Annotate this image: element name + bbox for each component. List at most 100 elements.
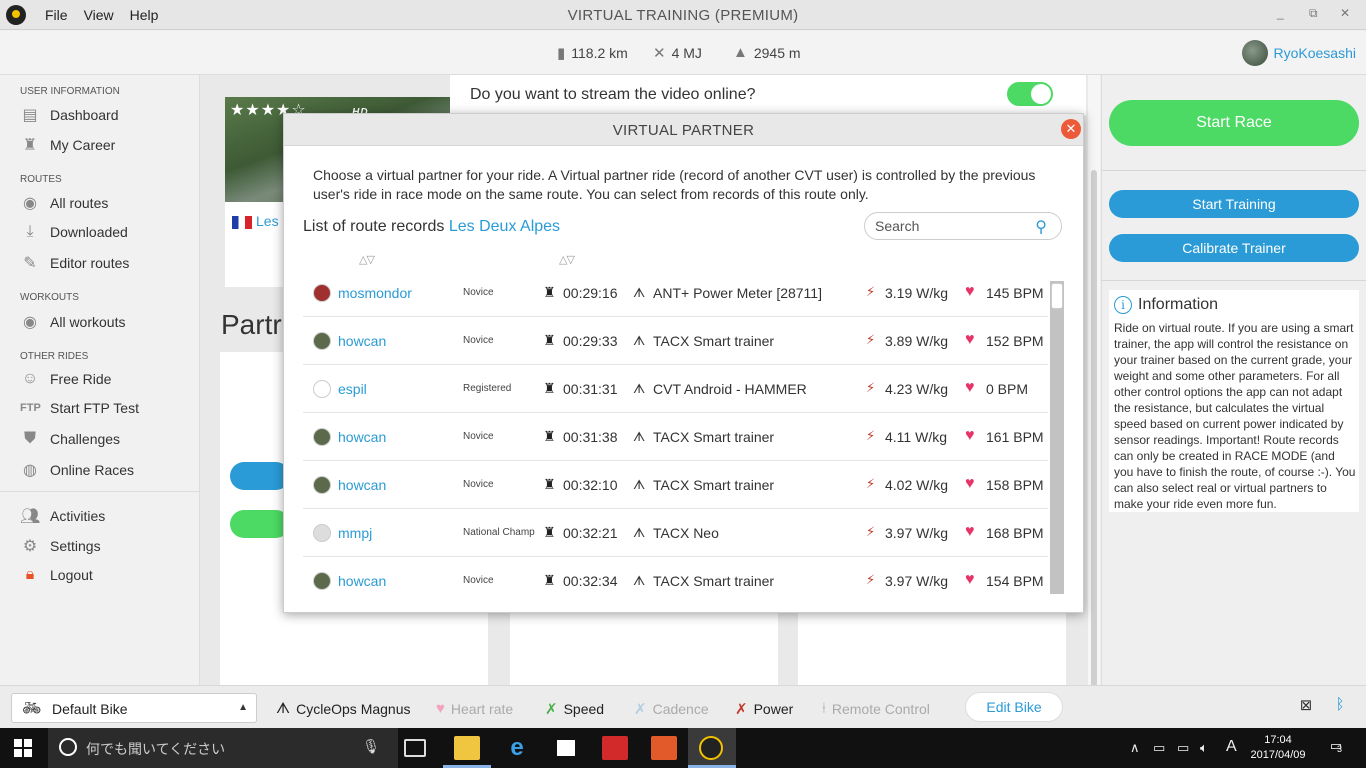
- sort-time-toggle[interactable]: △▽: [559, 253, 575, 266]
- record-row[interactable]: howcan Novice ♜ 00:31:38 ᗑ TACX Smart trainer…: [303, 413, 1048, 461]
- record-username[interactable]: mosmondor: [338, 285, 412, 301]
- record-username[interactable]: espil: [338, 381, 367, 397]
- records-scrollbar[interactable]: [1050, 281, 1064, 594]
- user-avatar: [313, 428, 331, 446]
- record-row[interactable]: mosmondor Novice ♜ 00:29:16 ᗑ ANT+ Power Mete…: [303, 269, 1048, 317]
- sort-name-toggle[interactable]: △▽: [359, 253, 375, 266]
- office-icon[interactable]: [651, 736, 677, 760]
- restore-button[interactable]: ⧉: [1309, 6, 1318, 21]
- start-training-button[interactable]: Start Training: [1109, 190, 1359, 218]
- bluetooth-icon[interactable]: ᛒ: [1330, 696, 1350, 716]
- microphone-icon[interactable]: 🎙︎: [362, 738, 380, 755]
- record-row[interactable]: mmpj National Champ ♜ 00:32:21 ᗑ TACX Neo ⚡︎ 3.…: [303, 509, 1048, 557]
- scrollbar-track[interactable]: [1050, 281, 1064, 594]
- volume-icon[interactable]: 🔈︎: [1200, 740, 1208, 756]
- bike-select[interactable]: 🚲︎ Default Bike ▲: [11, 693, 257, 723]
- record-username[interactable]: mmpj: [338, 525, 372, 541]
- trainer-device[interactable]: ᗑ CycleOps Magnus: [276, 700, 411, 717]
- sidebar-item-label: Settings: [50, 538, 101, 554]
- sidebar-item-label: Editor routes: [50, 255, 130, 271]
- username[interactable]: RyoKoesashi: [1274, 45, 1357, 61]
- close-window-button[interactable]: ✕: [1340, 6, 1350, 20]
- record-power: 4.23 W/kg: [885, 381, 949, 397]
- start-race-button[interactable]: Start Race: [1109, 100, 1359, 146]
- minimize-button[interactable]: _: [1277, 6, 1284, 20]
- sidebar-item-online-races[interactable]: ◍ Online Races: [20, 460, 134, 480]
- heart-icon: ♥: [965, 475, 975, 492]
- trophy-icon: ♜: [543, 476, 556, 492]
- sidebar-item-all-routes[interactable]: ◉ All routes: [20, 193, 108, 213]
- record-username[interactable]: howcan: [338, 333, 386, 349]
- sidebar-item-ftp-test[interactable]: FTP Start FTP Test: [20, 400, 139, 416]
- green-pill-button[interactable]: [230, 510, 290, 538]
- close-icon[interactable]: ✕: [1061, 119, 1081, 139]
- power-device[interactable]: ✗ Power: [735, 700, 793, 718]
- sidebar-item-all-workouts[interactable]: ◉ All workouts: [20, 312, 125, 332]
- heart-rate-device[interactable]: ♥ Heart rate: [436, 700, 513, 717]
- clock-time: 17:04: [1264, 734, 1292, 746]
- scrollbar-thumb[interactable]: [1051, 283, 1063, 309]
- record-heart-rate: 154 BPM: [986, 573, 1044, 589]
- windows-start-icon[interactable]: [14, 739, 32, 757]
- user-avatar: [313, 476, 331, 494]
- sidebar-item-dashboard[interactable]: ▤ Dashboard: [20, 105, 118, 125]
- edge-browser-icon[interactable]: e: [504, 736, 530, 760]
- search-input[interactable]: [875, 218, 1025, 234]
- system-clock[interactable]: 17:04 2017/04/09: [1248, 733, 1308, 763]
- file-explorer-icon[interactable]: [454, 736, 480, 760]
- sidebar-item-my-career[interactable]: ♜ My Career: [20, 135, 116, 155]
- record-heart-rate: 145 BPM: [986, 285, 1044, 301]
- record-row[interactable]: espil Registered ♜ 00:31:31 ᗑ CVT Android - H…: [303, 365, 1048, 413]
- record-level: National Champ: [463, 527, 535, 538]
- stream-toggle[interactable]: [1007, 82, 1053, 106]
- sidebar-item-downloaded[interactable]: ⤓ Downloaded: [20, 223, 127, 241]
- virtual-training-app-icon[interactable]: [699, 736, 723, 760]
- store-icon[interactable]: [553, 736, 579, 760]
- trophy-icon: ♜: [543, 332, 556, 348]
- search-icon[interactable]: ⚲: [1035, 217, 1047, 237]
- remote-control-device[interactable]: ⍿ Remote Control: [822, 700, 930, 717]
- record-row[interactable]: howcan Novice ♜ 00:32:34 ᗑ TACX Smart trainer…: [303, 557, 1048, 594]
- calibrate-trainer-button[interactable]: Calibrate Trainer: [1109, 234, 1359, 262]
- blue-pill-button[interactable]: [230, 462, 290, 490]
- heart-icon: ♥: [965, 283, 975, 300]
- task-view-icon[interactable]: [404, 739, 426, 757]
- edit-bike-button[interactable]: Edit Bike: [965, 692, 1063, 722]
- remote-icon: ⍿: [822, 700, 826, 717]
- record-username[interactable]: howcan: [338, 573, 386, 589]
- sidebar-item-activities[interactable]: 👥︎ Activities: [20, 506, 105, 526]
- battery-icon[interactable]: ▭: [1177, 740, 1189, 756]
- reader-icon[interactable]: [602, 736, 628, 760]
- power-icon: ⚡︎: [866, 572, 876, 587]
- notification-center-icon[interactable]: ▭ 3: [1325, 738, 1347, 758]
- lock-icon: 🔒︎: [25, 566, 35, 583]
- cortana-search[interactable]: 何でも聞いてください 🎙︎: [48, 728, 398, 768]
- sidebar-item-settings[interactable]: ⚙ Settings: [20, 536, 101, 556]
- record-username[interactable]: howcan: [338, 429, 386, 445]
- chevron-up-icon[interactable]: ∧: [1130, 740, 1140, 756]
- route-name[interactable]: Les: [232, 213, 279, 229]
- record-row[interactable]: howcan Novice ♜ 00:29:33 ᗑ TACX Smart trainer…: [303, 317, 1048, 365]
- search-box[interactable]: ⚲: [864, 212, 1062, 240]
- record-row[interactable]: howcan Novice ♜ 00:32:10 ᗑ TACX Smart trainer…: [303, 461, 1048, 509]
- remote-control-label: Remote Control: [831, 700, 930, 717]
- user-profile[interactable]: RyoKoesashi: [1241, 40, 1357, 66]
- sidebar-item-label: All workouts: [50, 314, 126, 330]
- sidebar-item-free-ride[interactable]: ☺ Free Ride: [20, 370, 112, 388]
- sidebar-item-challenges[interactable]: ⛊ Challenges: [20, 430, 120, 448]
- cadence-device[interactable]: ✗ Cadence: [634, 700, 709, 718]
- speed-device[interactable]: ✗ Speed: [545, 700, 604, 718]
- network-icon[interactable]: ▭: [1153, 740, 1165, 756]
- main-scrollbar[interactable]: [1088, 75, 1100, 740]
- cutlery-icon: ✕: [653, 45, 666, 62]
- ime-indicator[interactable]: A: [1226, 738, 1237, 756]
- screen-off-icon[interactable]: ⊠: [1296, 696, 1316, 716]
- sidebar-item-logout[interactable]: 🔒︎ Logout: [20, 566, 93, 584]
- record-heart-rate: 158 BPM: [986, 477, 1044, 493]
- record-username[interactable]: howcan: [338, 477, 386, 493]
- globe-icon: ◍: [23, 462, 37, 479]
- sidebar-item-editor-routes[interactable]: ✎ Editor routes: [20, 253, 129, 273]
- scrollbar-thumb[interactable]: [1091, 170, 1097, 740]
- records-route-link[interactable]: Les Deux Alpes: [449, 218, 560, 235]
- trainer-icon: ᗑ: [276, 700, 291, 717]
